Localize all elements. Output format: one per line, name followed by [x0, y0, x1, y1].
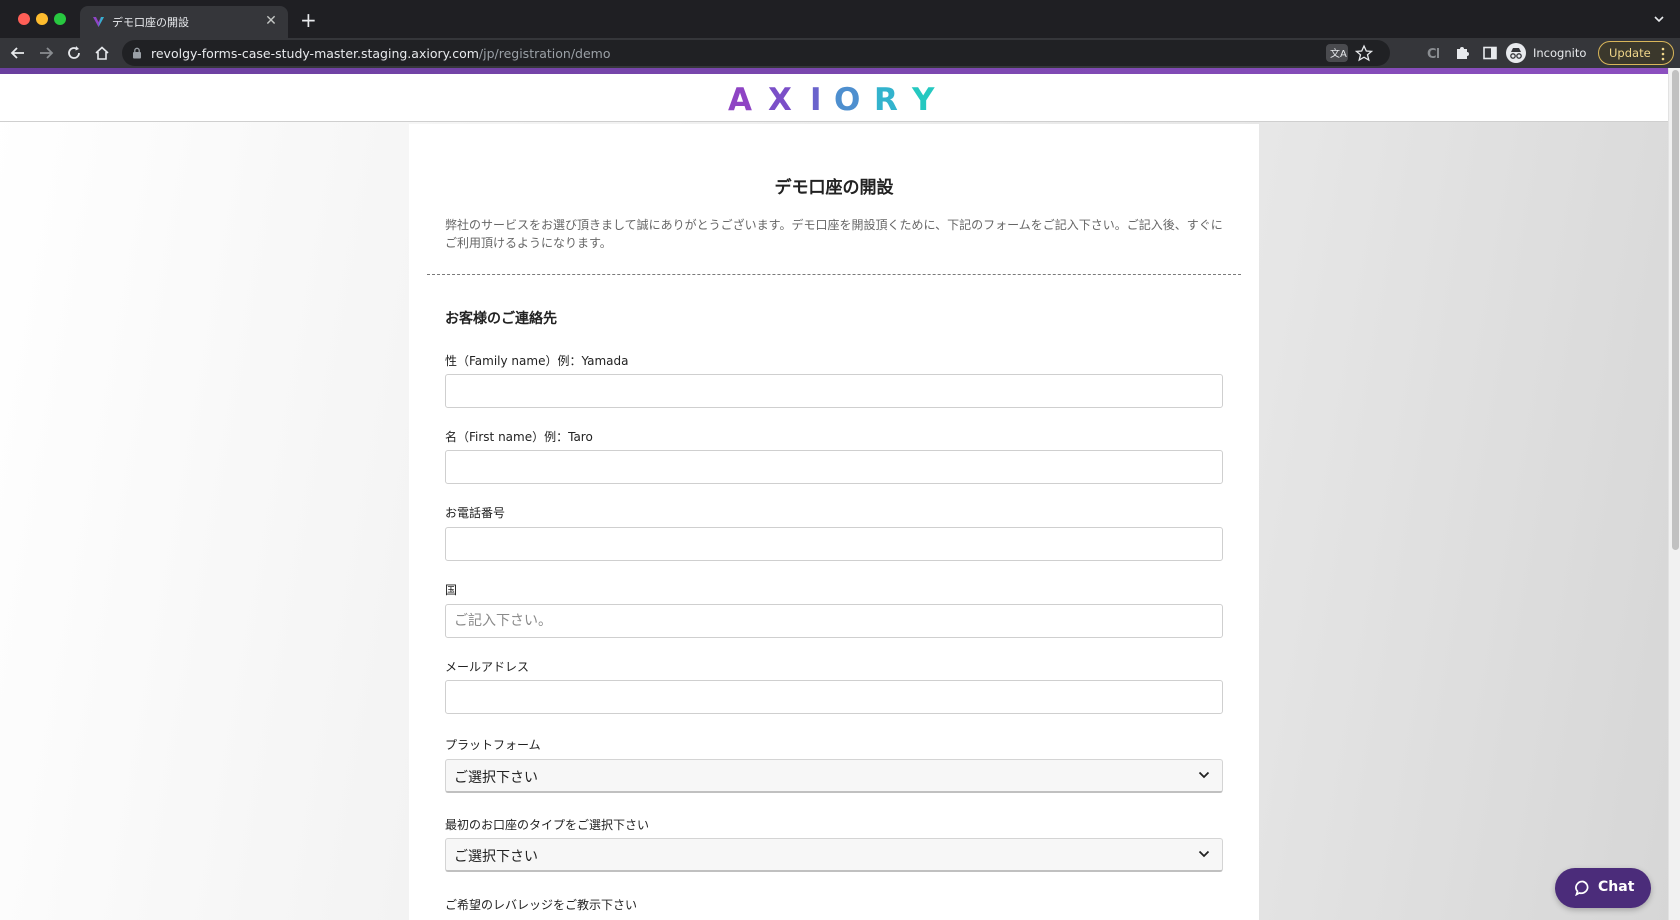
logo-letter: I	[810, 82, 822, 118]
browser-toolbar: revolgy-forms-case-study-master.staging.…	[0, 38, 1680, 68]
back-arrow-icon[interactable]	[8, 43, 28, 63]
kebab-menu-icon	[1661, 47, 1665, 61]
window-close-button[interactable]	[18, 13, 30, 25]
platform-selected-value: ご選択下さい	[454, 770, 538, 786]
email-label: メールアドレス	[445, 660, 530, 674]
account-type-selected-value: ご選択下さい	[454, 849, 538, 865]
chat-label: Chat	[1598, 879, 1635, 895]
logo-letter: O	[834, 82, 861, 118]
home-icon[interactable]	[92, 43, 112, 63]
window-minimize-button[interactable]	[36, 13, 48, 25]
platform-select[interactable]: ご選択下さい	[445, 759, 1223, 793]
svg-text:文A: 文A	[1330, 47, 1347, 60]
section-divider	[427, 274, 1241, 275]
phone-input[interactable]	[445, 527, 1223, 561]
first-name-input[interactable]	[445, 450, 1223, 484]
scrollbar-thumb[interactable]	[1672, 70, 1679, 550]
new-tab-button[interactable]: +	[300, 10, 317, 30]
first-name-label: 名（First name）例：Taro	[445, 430, 593, 444]
logo-letter: X	[768, 82, 792, 118]
side-panel-icon[interactable]	[1480, 43, 1500, 63]
chevron-down-icon	[1198, 850, 1210, 858]
reload-icon[interactable]	[64, 43, 84, 63]
registration-form-card: デモ口座の開設 弊社のサービスをお選び頂きまして誠にありがとうございます。デモ口…	[409, 124, 1259, 920]
svg-text:C: C	[1427, 47, 1437, 62]
leverage-label: ご希望のレバレッジをご教示下さい	[445, 898, 638, 912]
country-label: 国	[445, 583, 458, 597]
update-label: Update	[1609, 46, 1651, 60]
logo-letter: Y	[912, 82, 935, 118]
incognito-icon	[1506, 43, 1526, 63]
window-maximize-button[interactable]	[54, 13, 66, 25]
logo-letter: A	[728, 82, 752, 118]
incognito-label: Incognito	[1533, 46, 1587, 60]
address-bar[interactable]: revolgy-forms-case-study-master.staging.…	[122, 40, 1390, 66]
logo-letter: R	[874, 82, 898, 118]
url-text[interactable]: revolgy-forms-case-study-master.staging.…	[151, 46, 611, 61]
chat-button[interactable]: Chat	[1555, 868, 1651, 908]
axiory-logo[interactable]: A X I O R Y	[728, 84, 940, 116]
page-scrollbar[interactable]	[1668, 68, 1680, 920]
tab-title: デモ口座の開設	[112, 16, 189, 29]
email-input[interactable]	[445, 680, 1223, 714]
phone-label: お電話番号	[445, 506, 506, 520]
translate-and-bookmark-icons: 文A	[1326, 44, 1374, 62]
tab-close-icon[interactable]: ✕	[262, 12, 280, 30]
update-button[interactable]: Update	[1598, 41, 1674, 65]
family-name-input[interactable]	[445, 374, 1223, 408]
chevron-down-icon	[1198, 771, 1210, 779]
platform-label: プラットフォーム	[445, 738, 541, 752]
lock-icon[interactable]	[132, 47, 142, 59]
extensions-puzzle-icon[interactable]	[1452, 43, 1472, 63]
account-type-label: 最初のお口座のタイプをご選択下さい	[445, 818, 650, 832]
account-type-select[interactable]: ご選択下さい	[445, 838, 1223, 872]
axiory-favicon-icon	[93, 17, 104, 27]
country-input[interactable]	[445, 604, 1223, 638]
contact-section-title: お客様のご連絡先	[445, 311, 557, 327]
page-viewport: A X I O R Y デモ口座の開設 弊社のサービスをお選び頂きまして誠にあり…	[0, 68, 1680, 920]
chat-bubble-icon	[1575, 880, 1589, 896]
site-header: A X I O R Y	[0, 74, 1668, 122]
forward-arrow-icon[interactable]	[36, 43, 56, 63]
browser-tab[interactable]: デモ口座の開設 ✕	[80, 6, 288, 38]
tab-search-chevron-icon[interactable]	[1652, 12, 1666, 26]
browser-tab-bar: デモ口座の開設 ✕ +	[0, 0, 1680, 38]
family-name-label: 性（Family name）例：Yamada	[445, 354, 629, 368]
extension-c-icon[interactable]: C	[1424, 43, 1444, 63]
page-title: デモ口座の開設	[774, 178, 894, 198]
intro-text: 弊社のサービスをお選び頂きまして誠にありがとうございます。デモ口座を開設頂くため…	[445, 218, 1223, 250]
